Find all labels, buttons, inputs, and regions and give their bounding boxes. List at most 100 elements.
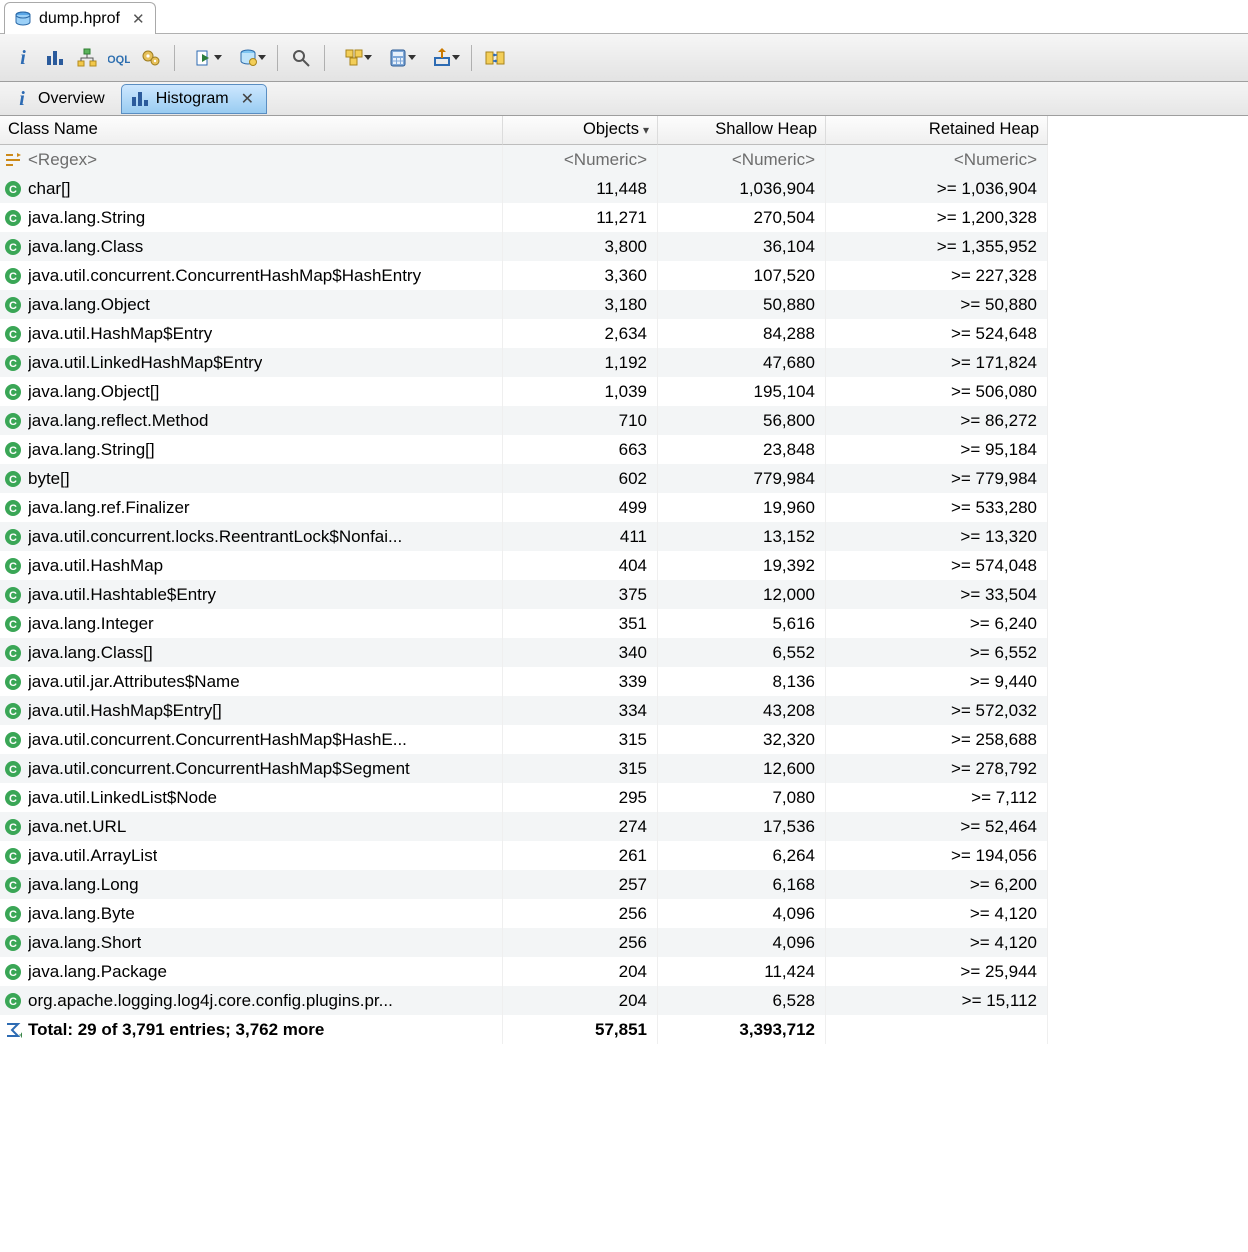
shallow-cell: 84,288 <box>658 319 826 348</box>
classname-cell[interactable]: Cjava.util.concurrent.ConcurrentHashMap$… <box>0 754 503 783</box>
classname-cell[interactable]: Cjava.lang.Object[] <box>0 377 503 406</box>
class-icon: C <box>4 209 22 227</box>
class-icon: C <box>4 789 22 807</box>
class-icon: C <box>4 267 22 285</box>
filter-shallow[interactable]: <Numeric> <box>658 145 826 174</box>
classname-cell[interactable]: Cjava.lang.String <box>0 203 503 232</box>
objects-cell: 11,448 <box>503 174 658 203</box>
classname-text: char[] <box>28 179 71 199</box>
classname-cell[interactable]: Cjava.lang.Integer <box>0 609 503 638</box>
regex-icon <box>4 151 22 169</box>
objects-cell: 499 <box>503 493 658 522</box>
histogram-button[interactable] <box>40 43 70 73</box>
info-icon: i <box>13 48 33 68</box>
retained-cell: >= 1,036,904 <box>826 174 1048 203</box>
retained-cell: >= 227,328 <box>826 261 1048 290</box>
svg-text:+: + <box>19 1030 22 1039</box>
classname-cell[interactable]: Cjava.lang.Object <box>0 290 503 319</box>
close-icon[interactable]: ✕ <box>132 10 145 28</box>
gears-icon <box>141 48 161 68</box>
classname-text: byte[] <box>28 469 70 489</box>
query-db-button[interactable] <box>227 43 269 73</box>
export-button[interactable] <box>421 43 463 73</box>
compare-button[interactable] <box>480 43 510 73</box>
class-icon: C <box>4 296 22 314</box>
svg-text:C: C <box>9 764 17 776</box>
classname-cell[interactable]: Cjava.lang.Long <box>0 870 503 899</box>
classname-text: java.util.jar.Attributes$Name <box>28 672 240 692</box>
chevron-down-icon <box>452 55 460 60</box>
classname-cell[interactable]: Cjava.lang.Byte <box>0 899 503 928</box>
filter-classname[interactable]: <Regex> <box>0 145 503 174</box>
col-shallow[interactable]: Shallow Heap <box>658 116 826 145</box>
file-tab-dump[interactable]: dump.hprof ✕ <box>4 2 156 34</box>
class-icon: C <box>4 702 22 720</box>
classname-cell[interactable]: Corg.apache.logging.log4j.core.config.pl… <box>0 986 503 1015</box>
classname-cell[interactable]: Cjava.util.ArrayList <box>0 841 503 870</box>
classname-cell[interactable]: Cjava.lang.String[] <box>0 435 503 464</box>
classname-cell[interactable]: Cbyte[] <box>0 464 503 493</box>
class-icon: C <box>4 557 22 575</box>
classname-cell[interactable]: Cchar[] <box>0 174 503 203</box>
threads-button[interactable] <box>136 43 166 73</box>
toolbar-separator <box>324 45 325 71</box>
run-report-button[interactable] <box>183 43 225 73</box>
dominator-tree-button[interactable] <box>72 43 102 73</box>
classname-text: java.util.HashMap <box>28 556 163 576</box>
toolbar-separator <box>174 45 175 71</box>
objects-cell: 340 <box>503 638 658 667</box>
col-objects[interactable]: Objects▾ <box>503 116 658 145</box>
filter-objects[interactable]: <Numeric> <box>503 145 658 174</box>
svg-text:C: C <box>9 358 17 370</box>
find-button[interactable] <box>286 43 316 73</box>
col-classname[interactable]: Class Name <box>0 116 503 145</box>
shallow-cell: 4,096 <box>658 899 826 928</box>
tab-histogram[interactable]: Histogram ✕ <box>121 84 267 114</box>
classname-cell[interactable]: Cjava.lang.reflect.Method <box>0 406 503 435</box>
classname-cell[interactable]: Cjava.lang.Short <box>0 928 503 957</box>
classname-cell[interactable]: Cjava.lang.Class[] <box>0 638 503 667</box>
class-icon: C <box>4 760 22 778</box>
toolbar-separator <box>277 45 278 71</box>
col-retained[interactable]: Retained Heap <box>826 116 1048 145</box>
objects-cell: 411 <box>503 522 658 551</box>
classname-cell[interactable]: Cjava.util.Hashtable$Entry <box>0 580 503 609</box>
classname-cell[interactable]: Cjava.util.HashMap$Entry[] <box>0 696 503 725</box>
classname-text: org.apache.logging.log4j.core.config.plu… <box>28 991 393 1011</box>
retained-cell: >= 574,048 <box>826 551 1048 580</box>
classname-cell[interactable]: Cjava.lang.ref.Finalizer <box>0 493 503 522</box>
class-icon: C <box>4 586 22 604</box>
classname-cell[interactable]: Cjava.util.LinkedList$Node <box>0 783 503 812</box>
class-icon: C <box>4 963 22 981</box>
classname-cell[interactable]: Cjava.lang.Package <box>0 957 503 986</box>
retained-cell: >= 572,032 <box>826 696 1048 725</box>
classname-cell[interactable]: Cjava.util.concurrent.locks.ReentrantLoc… <box>0 522 503 551</box>
group-button[interactable] <box>333 43 375 73</box>
svg-text:C: C <box>9 416 17 428</box>
objects-cell: 257 <box>503 870 658 899</box>
svg-text:C: C <box>9 648 17 660</box>
class-icon: C <box>4 180 22 198</box>
filter-retained[interactable]: <Numeric> <box>826 145 1048 174</box>
tab-overview[interactable]: i Overview <box>4 84 117 114</box>
objects-cell: 204 <box>503 957 658 986</box>
class-icon: C <box>4 818 22 836</box>
classname-cell[interactable]: Cjava.util.HashMap <box>0 551 503 580</box>
close-icon[interactable]: ✕ <box>241 89 254 109</box>
classname-cell[interactable]: Cjava.lang.Class <box>0 232 503 261</box>
classname-cell[interactable]: Cjava.util.LinkedHashMap$Entry <box>0 348 503 377</box>
classname-text: java.lang.Byte <box>28 904 135 924</box>
oql-button[interactable]: OQL <box>104 43 134 73</box>
class-icon: C <box>4 673 22 691</box>
classname-cell[interactable]: Cjava.util.concurrent.ConcurrentHashMap$… <box>0 261 503 290</box>
overview-button[interactable]: i <box>8 43 38 73</box>
compute-button[interactable] <box>377 43 419 73</box>
classname-cell[interactable]: Cjava.net.URL <box>0 812 503 841</box>
classname-text: java.util.concurrent.ConcurrentHashMap$H… <box>28 266 421 286</box>
classname-cell[interactable]: Cjava.util.jar.Attributes$Name <box>0 667 503 696</box>
classname-cell[interactable]: Cjava.util.concurrent.ConcurrentHashMap$… <box>0 725 503 754</box>
svg-text:C: C <box>9 503 17 515</box>
classname-cell[interactable]: Cjava.util.HashMap$Entry <box>0 319 503 348</box>
inner-tab-bar: i Overview Histogram ✕ <box>0 82 1248 116</box>
svg-text:C: C <box>9 793 17 805</box>
